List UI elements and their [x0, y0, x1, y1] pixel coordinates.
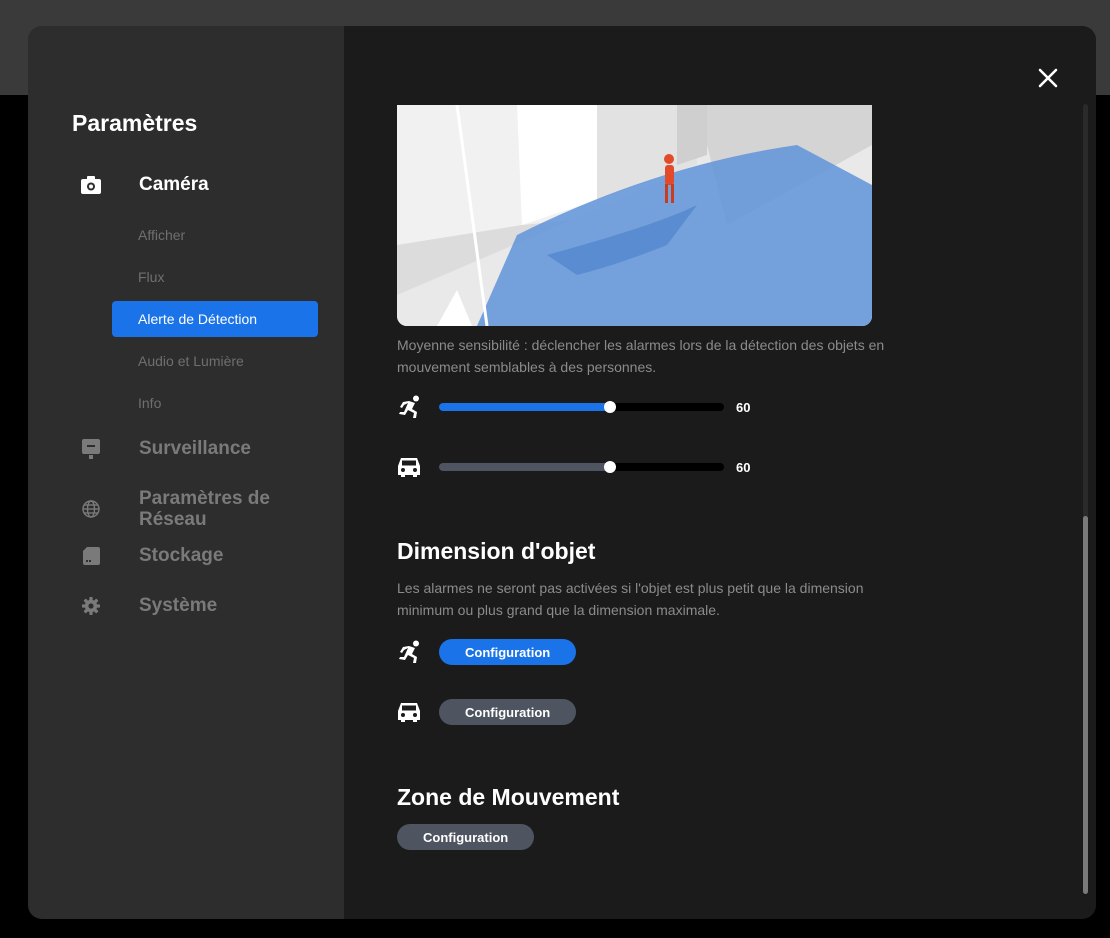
nav-storage[interactable]: Stockage: [81, 545, 223, 566]
close-button[interactable]: [1036, 66, 1060, 90]
vehicle-size-row: Configuration: [397, 698, 577, 726]
vehicle-sensitivity-value: 60: [736, 459, 751, 475]
settings-modal: Paramètres Caméra Afficher Flux Alerte d…: [28, 26, 1096, 919]
person-sensitivity-row: 60: [397, 393, 750, 421]
content-panel: Moyenne sensibilité : déclencher les ala…: [344, 26, 1096, 919]
camera-icon: [81, 175, 101, 195]
nav-network-label: Paramètres de Réseau: [139, 488, 270, 530]
sub-item-detection-alert[interactable]: Alerte de Détection: [112, 301, 318, 337]
nav-surveillance[interactable]: Surveillance: [81, 438, 251, 459]
object-size-description: Les alarmes ne seront pas activées si l'…: [397, 580, 864, 618]
running-person-icon: [397, 638, 427, 666]
camera-preview-image: [397, 105, 872, 326]
nav-surveillance-label: Surveillance: [139, 438, 251, 459]
nav-system-label: Système: [139, 595, 218, 616]
close-icon: [1038, 68, 1058, 88]
person-size-row: Configuration: [397, 638, 577, 666]
sensitivity-description: Moyenne sensibilité : déclencher les ala…: [397, 337, 885, 375]
person-size-config-button[interactable]: Configuration: [439, 639, 577, 665]
monitor-icon: [81, 438, 101, 459]
vehicle-sensitivity-row: 60: [397, 453, 750, 481]
person-slider-handle[interactable]: [604, 401, 616, 413]
nav-camera-label: Caméra: [139, 174, 209, 195]
sidebar: Paramètres Caméra Afficher Flux Alerte d…: [28, 26, 344, 919]
person-slider-fill: [439, 403, 610, 411]
car-icon: [397, 453, 427, 481]
sub-item-afficher[interactable]: Afficher: [112, 217, 318, 253]
content-scrollbar[interactable]: [1083, 104, 1088, 894]
storage-icon: [81, 546, 101, 566]
car-icon: [397, 698, 427, 726]
sub-item-info[interactable]: Info: [112, 385, 318, 421]
sidebar-title: Paramètres: [72, 110, 198, 136]
vehicle-slider-fill: [439, 463, 610, 471]
motion-zone-config-button[interactable]: Configuration: [397, 824, 535, 850]
globe-icon: [81, 499, 101, 519]
gear-icon: [81, 596, 101, 616]
sub-item-flux[interactable]: Flux: [112, 259, 318, 295]
motion-zone-row: Configuration: [397, 824, 535, 850]
scrollbar-thumb[interactable]: [1083, 516, 1088, 894]
nav-storage-label: Stockage: [139, 545, 224, 566]
person-sensitivity-value: 60: [736, 399, 751, 415]
person-sensitivity-slider[interactable]: [439, 401, 724, 413]
vehicle-sensitivity-slider[interactable]: [439, 461, 724, 473]
running-person-icon: [397, 393, 427, 421]
sub-item-audio-light[interactable]: Audio et Lumière: [112, 343, 318, 379]
vehicle-slider-handle[interactable]: [604, 461, 616, 473]
object-size-title: Dimension d'objet: [397, 538, 596, 564]
motion-zone-title: Zone de Mouvement: [397, 784, 620, 810]
nav-system[interactable]: Système: [81, 595, 217, 616]
vehicle-size-config-button[interactable]: Configuration: [439, 699, 577, 725]
nav-camera[interactable]: Caméra: [81, 174, 209, 195]
nav-network[interactable]: Paramètres de Réseau: [81, 488, 309, 530]
